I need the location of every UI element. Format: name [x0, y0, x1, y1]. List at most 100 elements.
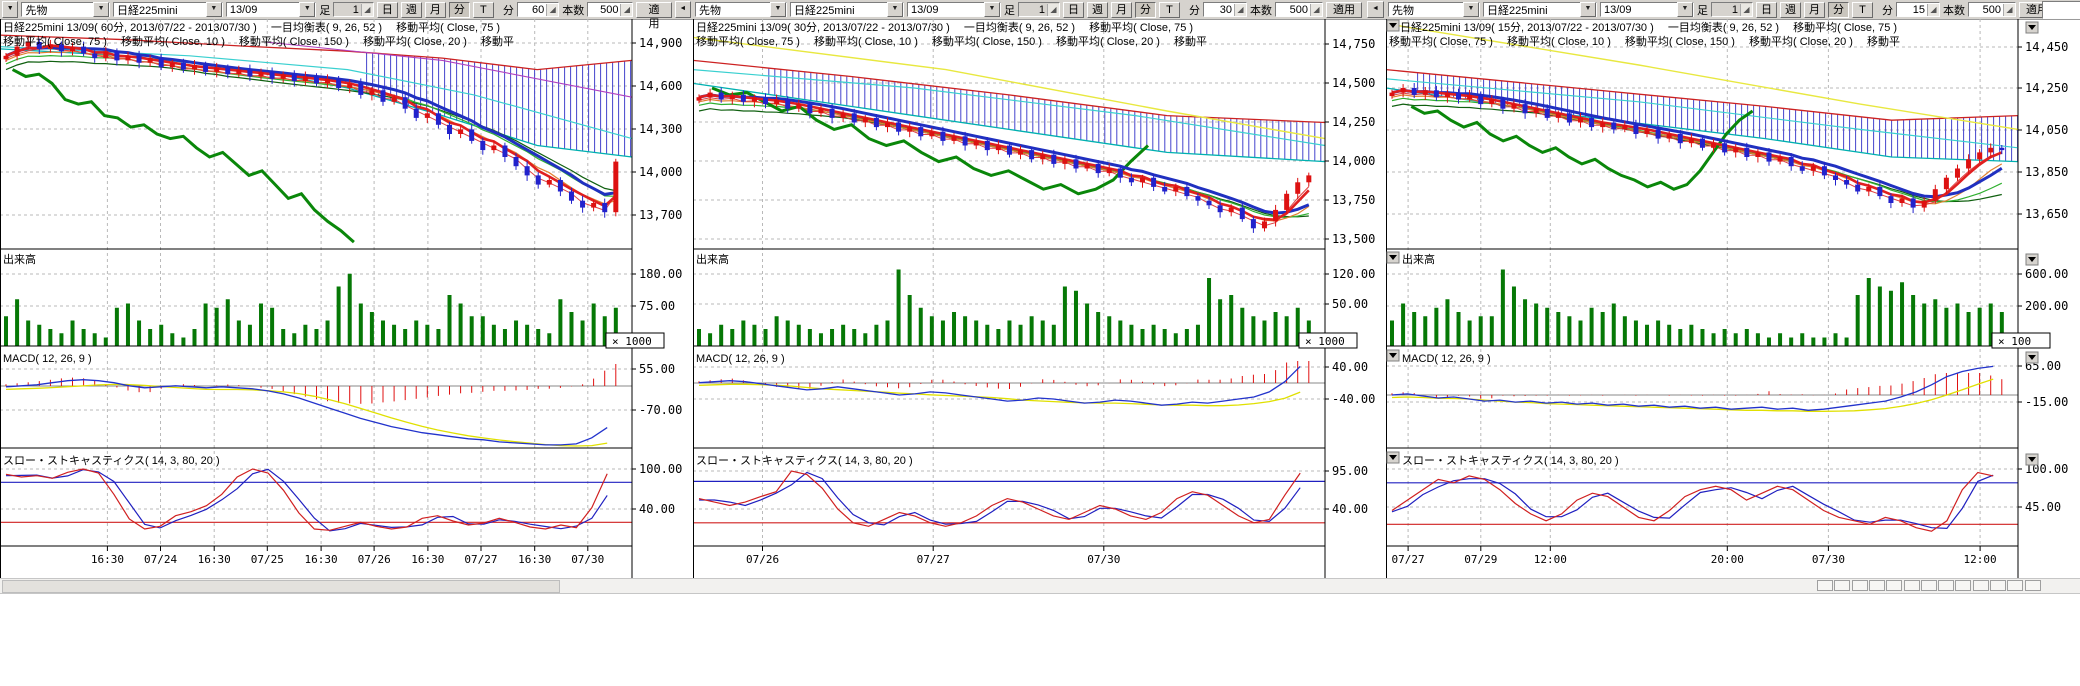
candle-body — [502, 146, 507, 158]
period-button-日[interactable]: 日 — [377, 2, 398, 18]
spinner-icon[interactable]: ◢ — [1740, 4, 1752, 16]
bars-spinner[interactable]: 500◢ — [587, 2, 633, 17]
period-button-月[interactable]: 月 — [1111, 2, 1132, 18]
period-button-分[interactable]: 分 — [1828, 2, 1849, 18]
period-button-日[interactable]: 日 — [1063, 2, 1084, 18]
symbol-select[interactable]: 日経225mini▼ — [1483, 2, 1597, 17]
section-collapse-icon[interactable] — [1387, 20, 1399, 31]
price-axis-label: 14,050 — [2025, 123, 2068, 137]
chevron-down-icon[interactable]: ▼ — [1580, 2, 1596, 17]
apply-button[interactable]: 適用 — [1326, 2, 1362, 18]
category-select[interactable]: 先物▼ — [695, 2, 787, 17]
scrollbar-thumb[interactable] — [2, 580, 560, 593]
scrollbar-segment[interactable] — [1834, 580, 1850, 591]
scrollbar-segment[interactable] — [1852, 580, 1868, 591]
chevron-down-icon[interactable]: ▼ — [770, 2, 786, 17]
minute-spinner[interactable]: 15◢ — [1896, 2, 1940, 17]
volume-bar — [425, 325, 429, 346]
volume-bar — [930, 316, 934, 346]
period-button-週[interactable]: 週 — [1780, 2, 1801, 18]
minute-spinner[interactable]: 30◢ — [1203, 2, 1247, 17]
candle-body — [491, 146, 496, 151]
scrollbar-segment[interactable] — [1955, 580, 1971, 591]
period-button-分[interactable]: 分 — [449, 2, 470, 18]
section-collapse-icon[interactable] — [1387, 252, 1399, 263]
scrollbar-segment[interactable] — [1973, 580, 1989, 591]
scrollbar-segment[interactable] — [2025, 580, 2041, 591]
stoch-d-line — [699, 471, 1300, 526]
bars-spinner[interactable]: 500◢ — [1968, 2, 2016, 17]
panel-collapse-button[interactable]: ◄ — [675, 1, 691, 18]
section-collapse-icon[interactable] — [2026, 22, 2038, 33]
chevron-down-icon[interactable]: ▼ — [1463, 2, 1479, 17]
spinner-icon[interactable]: ◢ — [1234, 4, 1246, 16]
contract-select[interactable]: 13/09▼ — [907, 2, 1001, 17]
bars-value: 500 — [600, 4, 618, 16]
contract-select[interactable]: 13/09▼ — [226, 2, 317, 17]
spinner-icon[interactable]: ◢ — [361, 4, 373, 16]
symbol-select[interactable]: 日経225mini▼ — [790, 2, 904, 17]
candle-body — [1944, 178, 1949, 190]
chevron-down-icon[interactable]: ▼ — [984, 2, 1000, 17]
spinner-icon[interactable]: ◢ — [1047, 4, 1059, 16]
period-button-月[interactable]: 月 — [1804, 2, 1825, 18]
period-button-T[interactable]: T — [473, 2, 494, 18]
bar-count-spinner[interactable]: 1◢ — [333, 2, 373, 17]
period-button-週[interactable]: 週 — [1087, 2, 1108, 18]
scrollbar-segment[interactable] — [2007, 580, 2023, 591]
section-collapse-icon[interactable] — [1387, 350, 1399, 361]
scrollbar-segment[interactable] — [1921, 580, 1937, 591]
panel-collapse-button[interactable]: ◄ — [1367, 1, 1384, 18]
chevron-down-icon[interactable]: ▼ — [1677, 2, 1693, 17]
volume-bar — [730, 329, 734, 346]
candle-body — [1955, 169, 1960, 178]
scrollbar-segment[interactable] — [1990, 580, 2006, 591]
spinner-icon[interactable]: ◢ — [546, 4, 558, 16]
volume-bar — [1141, 329, 1145, 346]
bar-count-spinner[interactable]: 1◢ — [1018, 2, 1060, 17]
symbol-select[interactable]: 日経225mini▼ — [113, 2, 223, 17]
volume-bar — [470, 316, 474, 346]
chevron-down-icon[interactable]: ▼ — [93, 2, 109, 17]
candle-body — [1051, 155, 1056, 164]
volume-bar — [148, 329, 152, 346]
spinner-icon[interactable]: ◢ — [1927, 4, 1939, 16]
macd-section-label: MACD( 12, 26, 9 ) — [1402, 353, 1491, 365]
period-button-週[interactable]: 週 — [401, 2, 422, 18]
toolbar-collapse-button[interactable]: ▼ — [2, 1, 18, 18]
section-collapse-icon[interactable] — [2026, 352, 2038, 363]
period-button-T[interactable]: T — [1852, 2, 1873, 18]
chevron-down-icon[interactable]: ▼ — [206, 2, 222, 17]
volume-bar — [874, 325, 878, 346]
minute-spinner[interactable]: 60◢ — [517, 2, 559, 17]
spinner-icon[interactable]: ◢ — [2003, 4, 2015, 16]
section-collapse-icon[interactable] — [2026, 254, 2038, 265]
contract-select[interactable]: 13/09▼ — [1600, 2, 1694, 17]
chevron-down-icon[interactable]: ▼ — [299, 2, 315, 17]
horizontal-scrollbar[interactable] — [0, 578, 2080, 594]
scrollbar-segment[interactable] — [1938, 580, 1954, 591]
scrollbar-segment[interactable] — [1817, 580, 1833, 591]
period-button-分[interactable]: 分 — [1135, 2, 1156, 18]
apply-button[interactable]: 適用 — [636, 2, 671, 18]
volume-bar — [786, 321, 790, 347]
period-button-月[interactable]: 月 — [425, 2, 446, 18]
period-button-T[interactable]: T — [1159, 2, 1180, 18]
chevron-down-icon[interactable]: ▼ — [887, 2, 903, 17]
section-collapse-icon[interactable] — [2026, 454, 2038, 465]
volume-bar — [514, 321, 518, 347]
scrollbar-segment[interactable] — [1869, 580, 1885, 591]
candle-body — [1900, 198, 1905, 203]
spinner-icon[interactable]: ◢ — [620, 4, 632, 16]
candle-body — [92, 54, 97, 59]
period-button-日[interactable]: 日 — [1756, 2, 1777, 18]
bar-count-spinner[interactable]: 1◢ — [1711, 2, 1753, 17]
scrollbar-segment[interactable] — [1886, 580, 1902, 591]
section-collapse-icon[interactable] — [1387, 452, 1399, 463]
macd-line — [1392, 366, 1993, 410]
bars-spinner[interactable]: 500◢ — [1275, 2, 1323, 17]
category-select[interactable]: 先物▼ — [1388, 2, 1480, 17]
spinner-icon[interactable]: ◢ — [1310, 4, 1322, 16]
category-select[interactable]: 先物▼ — [21, 2, 110, 17]
scrollbar-segment[interactable] — [1904, 580, 1920, 591]
